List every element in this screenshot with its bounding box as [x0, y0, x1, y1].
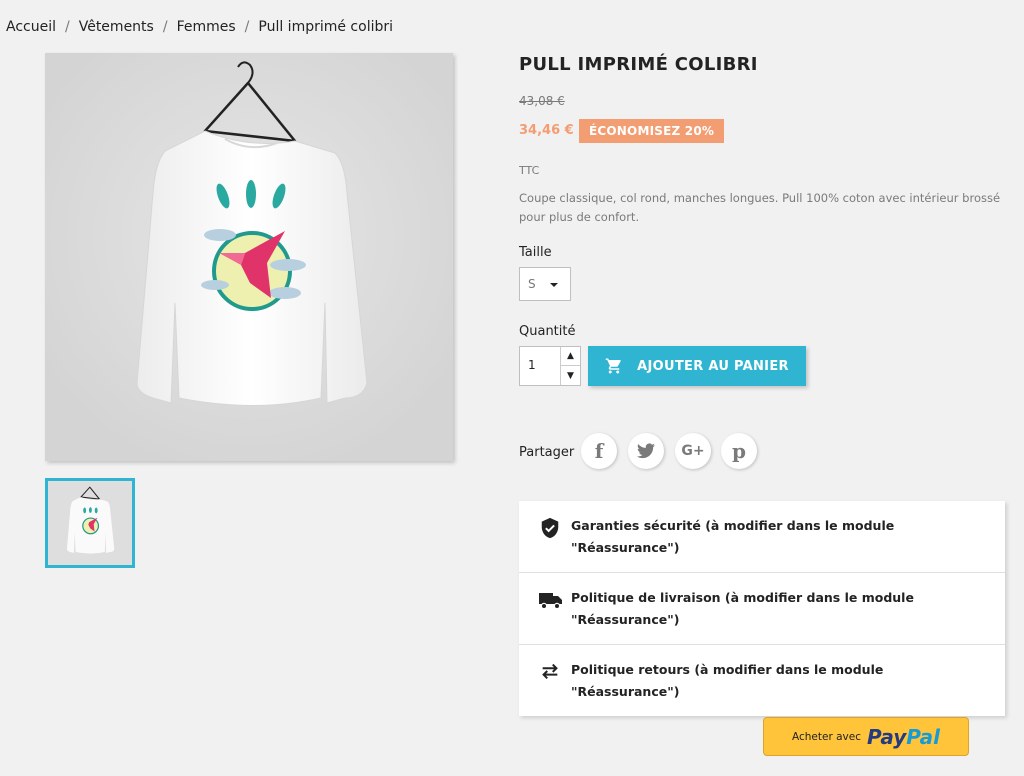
reassurance-item-delivery: Politique de livraison (à modifier dans …	[519, 573, 1005, 645]
twitter-share-button[interactable]	[628, 433, 664, 469]
size-selected-value: S	[528, 277, 536, 291]
pinterest-icon: p	[732, 439, 746, 463]
quantity-label: Quantité	[519, 324, 576, 339]
chevron-up-icon[interactable]: ▲	[561, 347, 580, 366]
sweater-image	[45, 53, 453, 461]
chevron-down-icon[interactable]: ▼	[561, 366, 580, 385]
paypal-logo-part2: Pal	[906, 724, 941, 749]
breadcrumb: Accueil / Vêtements / Femmes / Pull impr…	[6, 19, 393, 35]
reassurance-text: Garanties sécurité (à modifier dans le m…	[571, 518, 895, 555]
shield-check-icon	[539, 517, 573, 543]
current-price: 34,46 €	[519, 123, 574, 138]
twitter-icon	[637, 443, 655, 459]
reassurance-item-security: Garanties sécurité (à modifier dans le m…	[519, 501, 1005, 573]
share-label: Partager	[519, 445, 575, 460]
breadcrumb-separator: /	[244, 19, 250, 35]
reassurance-item-returns: Politique retours (à modifier dans le mo…	[519, 645, 1005, 716]
quantity-spinner: ▲ ▼	[560, 347, 580, 385]
quantity-stepper[interactable]: 1 ▲ ▼	[519, 346, 581, 386]
size-select[interactable]: S	[519, 267, 571, 301]
product-title: PULL IMPRIMÉ COLIBRI	[519, 54, 758, 75]
breadcrumb-separator: /	[162, 19, 168, 35]
paypal-logo-part1: Pay	[866, 724, 907, 749]
tax-label: TTC	[519, 164, 540, 177]
product-thumbnail[interactable]	[45, 478, 135, 568]
paypal-prefix: Acheter avec	[791, 730, 861, 743]
product-description: Coupe classique, col rond, manches longu…	[519, 191, 1001, 224]
breadcrumb-item-femmes[interactable]: Femmes	[177, 19, 236, 35]
google-plus-share-button[interactable]: G+	[675, 433, 711, 469]
facebook-share-button[interactable]: f	[581, 433, 617, 469]
paypal-checkout-button[interactable]: Acheter avec Pay Pal	[763, 717, 969, 756]
reassurance-text: Politique retours (à modifier dans le mo…	[571, 662, 884, 699]
product-main-image[interactable]	[45, 53, 453, 461]
pinterest-share-button[interactable]: p	[721, 433, 757, 469]
reassurance-text: Politique de livraison (à modifier dans …	[571, 590, 914, 627]
breadcrumb-item-accueil[interactable]: Accueil	[6, 19, 56, 35]
breadcrumb-item-current[interactable]: Pull imprimé colibri	[258, 19, 393, 35]
reassurance-block: Garanties sécurité (à modifier dans le m…	[519, 501, 1005, 716]
old-price: 43,08 €	[519, 94, 565, 108]
shopping-cart-icon	[605, 358, 621, 374]
add-to-cart-label: AJOUTER AU PANIER	[637, 358, 789, 374]
swap-arrows-icon	[539, 661, 573, 685]
add-to-cart-button[interactable]: AJOUTER AU PANIER	[588, 346, 806, 386]
breadcrumb-item-vetements[interactable]: Vêtements	[79, 19, 154, 35]
quantity-input[interactable]: 1	[528, 358, 536, 372]
thumbnail-image	[48, 481, 132, 565]
discount-badge: ÉCONOMISEZ 20%	[579, 119, 725, 143]
size-label: Taille	[519, 245, 552, 260]
facebook-icon: f	[594, 439, 604, 463]
truck-icon	[539, 589, 573, 615]
google-plus-icon: G+	[681, 443, 705, 459]
caret-down-icon	[550, 283, 558, 287]
breadcrumb-separator: /	[65, 19, 70, 35]
